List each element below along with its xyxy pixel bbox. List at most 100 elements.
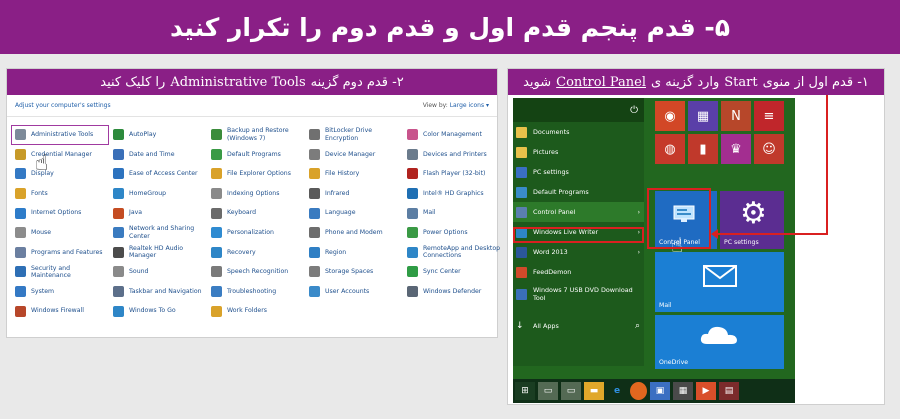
control-panel-item[interactable]: Windows Defender xyxy=(403,282,501,302)
power-icon[interactable]: ⏻ xyxy=(630,105,638,116)
start-menu-item-label: Default Programs xyxy=(533,188,589,196)
control-panel-item[interactable]: User Accounts xyxy=(305,282,403,302)
control-panel-item[interactable]: Mail xyxy=(403,203,501,223)
control-panel-item-label: Phone and Modem xyxy=(325,229,383,237)
search-icon[interactable]: ⌕ xyxy=(635,321,640,331)
internet-explorer-icon[interactable]: e xyxy=(607,382,627,400)
connector-arrow-icon xyxy=(711,229,718,239)
control-panel-item[interactable]: Intel® HD Graphics xyxy=(403,184,501,204)
control-panel-item[interactable]: Flash Player (32-bit) xyxy=(403,164,501,184)
onedrive-tile[interactable]: OneDrive xyxy=(655,315,784,369)
app-tile-icon[interactable]: ≡ xyxy=(754,101,784,131)
control-panel-item[interactable]: BitLocker Drive Encryption xyxy=(305,125,403,145)
control-panel-item-label: Mail xyxy=(423,209,436,217)
control-panel-item[interactable]: Speech Recognition xyxy=(207,262,305,282)
control-panel-item[interactable]: RemoteApp and Desktop Connections xyxy=(403,243,501,263)
control-panel-item[interactable]: Programs and Features xyxy=(11,243,109,263)
control-panel-item[interactable]: Devices and Printers xyxy=(403,145,501,165)
start-menu-item-icon xyxy=(516,146,527,158)
control-panel-item[interactable]: System xyxy=(11,282,109,302)
control-panel-item[interactable]: Windows Firewall xyxy=(11,301,109,321)
hand-cursor-icon: ☝ xyxy=(35,151,49,176)
control-panel-item-icon xyxy=(113,188,124,200)
control-panel-item-label: Region xyxy=(325,248,347,256)
taskbar-app-icon[interactable]: ▶ xyxy=(696,382,716,400)
control-panel-item[interactable]: Network and Sharing Center xyxy=(109,223,207,243)
app-tile-icon[interactable]: ♛ xyxy=(721,134,751,164)
control-panel-item[interactable]: Ease of Access Center xyxy=(109,164,207,184)
control-panel-item[interactable]: Sync Center xyxy=(403,262,501,282)
view-by-dropdown[interactable]: Large icons ▾ xyxy=(450,102,489,109)
control-panel-item[interactable]: Indexing Options xyxy=(207,184,305,204)
mail-tile[interactable]: Mail xyxy=(655,252,784,312)
control-panel-item-label: Ease of Access Center xyxy=(129,170,198,178)
control-panel-item[interactable]: Sound xyxy=(109,262,207,282)
control-panel-item[interactable]: Region xyxy=(305,243,403,263)
taskbar-app-icon[interactable]: ▭ xyxy=(561,382,581,400)
app-tile-icon[interactable]: ▮ xyxy=(688,134,718,164)
control-panel-item[interactable]: Device Manager xyxy=(305,145,403,165)
control-panel-item[interactable]: Recovery xyxy=(207,243,305,263)
control-panel-item[interactable]: Date and Time xyxy=(109,145,207,165)
control-panel-item-label: Administrative Tools xyxy=(31,131,94,139)
firefox-icon[interactable] xyxy=(630,382,647,400)
control-panel-item[interactable]: Troubleshooting xyxy=(207,282,305,302)
start-menu-item[interactable]: Windows 7 USB DVD Download Tool xyxy=(513,282,644,306)
start-menu-item[interactable]: Pictures xyxy=(513,142,644,162)
start-menu-item[interactable]: ↓ All Apps ⌕ xyxy=(513,316,644,336)
app-tile-icon[interactable]: ▦ xyxy=(688,101,718,131)
control-panel-item-icon xyxy=(407,188,418,200)
start-menu-item[interactable]: FeedDemon xyxy=(513,262,644,282)
control-panel-item-label: Mouse xyxy=(31,229,52,237)
start-menu-item[interactable]: Documents xyxy=(513,122,644,142)
taskbar-app-icon[interactable]: ▦ xyxy=(673,382,693,400)
control-panel-item[interactable]: Backup and Restore (Windows 7) xyxy=(207,125,305,145)
control-panel-subtitle: Adjust your computer's settings xyxy=(15,102,111,109)
control-panel-item[interactable]: Security and Maintenance xyxy=(11,262,109,282)
taskbar-app-icon[interactable]: ▤ xyxy=(719,382,739,400)
control-panel-item[interactable]: Phone and Modem xyxy=(305,223,403,243)
control-panel-item[interactable]: Java xyxy=(109,203,207,223)
start-menu-item[interactable]: PC settings xyxy=(513,162,644,182)
control-panel-item[interactable]: Storage Spaces xyxy=(305,262,403,282)
control-panel-item[interactable]: AutoPlay xyxy=(109,125,207,145)
file-explorer-icon[interactable]: ▬ xyxy=(584,382,604,400)
control-panel-item[interactable]: File Explorer Options xyxy=(207,164,305,184)
start-menu-item[interactable]: Control Panel › xyxy=(513,202,644,222)
start-menu-item-icon xyxy=(516,186,527,198)
control-panel-item[interactable]: Default Programs xyxy=(207,145,305,165)
control-panel-item-icon xyxy=(407,286,418,298)
control-panel-item[interactable]: Realtek HD Audio Manager xyxy=(109,243,207,263)
app-tile-icon[interactable]: N xyxy=(721,101,751,131)
control-panel-item[interactable]: Power Options xyxy=(403,223,501,243)
control-panel-item[interactable]: Administrative Tools xyxy=(11,125,109,145)
control-panel-item[interactable]: Work Folders xyxy=(207,301,305,321)
page-title: ۵- قدم پنجم قدم اول و قدم دوم را تکرار ک… xyxy=(0,0,900,54)
start-menu-item[interactable]: Word 2013 › xyxy=(513,242,644,262)
app-tile-icon[interactable]: ◉ xyxy=(655,101,685,131)
app-tile-icon[interactable]: ☺ xyxy=(754,134,784,164)
control-panel-item[interactable]: Keyboard xyxy=(207,203,305,223)
user-bar: ⏻ xyxy=(513,98,644,122)
control-panel-item[interactable]: Fonts xyxy=(11,184,109,204)
control-panel-item[interactable]: File History xyxy=(305,164,403,184)
control-panel-item[interactable]: Color Management xyxy=(403,125,501,145)
control-panel-item[interactable]: Credential Manager xyxy=(11,145,109,165)
start-button-icon[interactable]: ⊞ xyxy=(515,382,535,400)
start-menu-item-label: PC settings xyxy=(533,168,569,176)
control-panel-item[interactable]: Internet Options xyxy=(11,203,109,223)
control-panel-item[interactable]: HomeGroup xyxy=(109,184,207,204)
control-panel-item[interactable]: Windows To Go xyxy=(109,301,207,321)
control-panel-item-label: Programs and Features xyxy=(31,248,103,256)
control-panel-item[interactable]: Personalization xyxy=(207,223,305,243)
taskbar-app-icon[interactable]: ▣ xyxy=(650,382,670,400)
control-panel-item[interactable]: Taskbar and Navigation xyxy=(109,282,207,302)
control-panel-item[interactable]: Display xyxy=(11,164,109,184)
app-tile-icon[interactable]: ◍ xyxy=(655,134,685,164)
start-menu-item[interactable]: Default Programs xyxy=(513,182,644,202)
taskbar-app-icon[interactable]: ▭ xyxy=(538,382,558,400)
control-panel-item[interactable]: Language xyxy=(305,203,403,223)
control-panel-item[interactable]: Mouse xyxy=(11,223,109,243)
control-panel-item[interactable]: Infrared xyxy=(305,184,403,204)
pc-settings-tile[interactable]: ⚙ PC settings xyxy=(720,191,784,249)
